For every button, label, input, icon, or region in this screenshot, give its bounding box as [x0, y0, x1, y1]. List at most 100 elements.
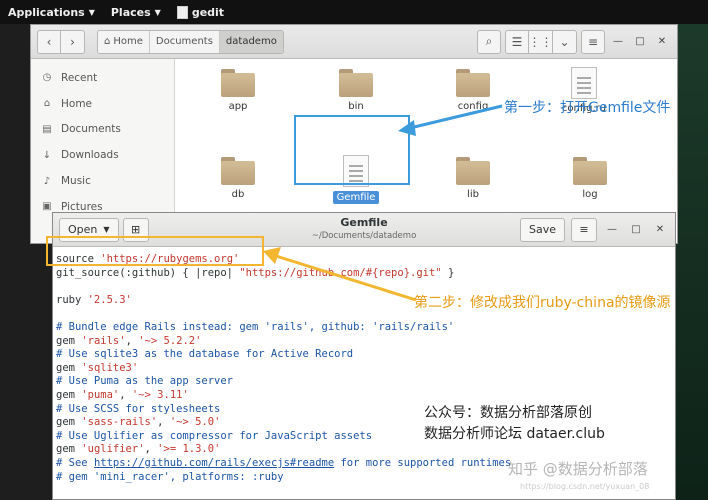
file-item-app[interactable]: app	[193, 69, 283, 112]
grid-icon: ⋮⋮	[528, 34, 553, 49]
file-item-log[interactable]: log	[545, 157, 635, 200]
list-view-button[interactable]: ☰	[505, 29, 529, 54]
breadcrumb-label: Home	[113, 36, 143, 47]
sidebar-item-label: Downloads	[61, 149, 119, 162]
text-file-icon	[571, 67, 597, 99]
chevron-left-icon: ‹	[46, 34, 52, 49]
file-item-lib[interactable]: lib	[428, 157, 518, 200]
view-options-button[interactable]: ⌄	[553, 29, 577, 54]
sidebar-item-downloads[interactable]: ↓ Downloads	[31, 142, 174, 168]
code-token: 'uglifier'	[81, 443, 145, 456]
menu-button[interactable]: ≡	[571, 217, 597, 242]
applications-label: Applications	[8, 5, 85, 19]
search-button[interactable]: ⌕	[477, 29, 501, 54]
maximize-button[interactable]: □	[631, 33, 649, 51]
code-token: 'sqlite3'	[81, 361, 139, 374]
desktop-wallpaper	[676, 24, 708, 500]
code-token: ,	[125, 334, 139, 347]
forward-button[interactable]: ›	[61, 29, 85, 54]
watermark-wechat: 公众号：数据分析部落原创	[424, 405, 592, 421]
folder-icon	[456, 157, 490, 185]
folder-icon	[221, 69, 255, 97]
close-button[interactable]: ✕	[653, 33, 671, 51]
folder-icon	[339, 69, 373, 97]
code-line: # Bundle edge Rails instead: gem 'rails'…	[56, 321, 675, 335]
sidebar-item-recent[interactable]: ◷ Recent	[31, 65, 174, 91]
search-icon: ⌕	[485, 34, 493, 48]
file-label: lib	[467, 189, 479, 200]
code-token: # Use Puma as the app server	[56, 375, 234, 388]
minimize-button[interactable]: —	[603, 221, 621, 239]
annotation-arrow-icon	[398, 104, 503, 136]
code-line: gem 'uglifier', '>= 1.3.0'	[56, 443, 675, 457]
save-button[interactable]: Save	[519, 217, 565, 242]
chevron-down-icon: ⌄	[559, 34, 570, 49]
sidebar-item-label: Music	[61, 175, 91, 188]
folder-icon	[573, 157, 607, 185]
minimize-button[interactable]: —	[609, 33, 627, 51]
minimize-icon: —	[613, 36, 623, 47]
app-menu[interactable]: gedit	[169, 0, 232, 24]
file-item-bin[interactable]: bin	[311, 69, 401, 112]
music-icon: ♪	[43, 175, 51, 187]
code-token: # See	[56, 456, 94, 469]
maximize-button[interactable]: □	[627, 221, 645, 239]
sidebar-item-label: Documents	[61, 123, 121, 136]
code-line: # Use CoffeeScript for .coffee assets an…	[56, 498, 675, 499]
code-token: ,	[119, 388, 132, 401]
code-token: ,	[144, 443, 158, 456]
file-label: db	[231, 189, 245, 200]
code-token: 'puma'	[81, 388, 120, 401]
hamburger-icon: ≡	[587, 34, 599, 49]
code-line: # Use sqlite3 as the database for Active…	[56, 348, 675, 362]
sidebar-item-documents[interactable]: ▤ Documents	[31, 117, 174, 143]
code-token: gem	[56, 416, 82, 429]
code-token: gem	[56, 361, 82, 374]
code-token: '>= 1.3.0'	[157, 443, 221, 456]
camera-icon: ▣	[42, 201, 52, 213]
annotation-box-source	[46, 236, 264, 266]
caret-down-icon: ▼	[88, 7, 95, 17]
places-menu[interactable]: Places ▼	[103, 0, 169, 24]
sidebar-item-home[interactable]: ⌂ Home	[31, 91, 174, 117]
code-token: # Bundle edge Rails instead: gem 'rails'…	[56, 320, 455, 333]
sidebar-item-label: Home	[61, 97, 93, 110]
breadcrumb-label: Documents	[155, 36, 213, 47]
close-button[interactable]: ✕	[651, 221, 669, 239]
close-icon: ✕	[655, 224, 665, 235]
caret-down-icon: ▼	[154, 7, 161, 17]
files-header-actions: ⌕ ☰ ⋮⋮ ⌄ ≡ — □ ✕	[477, 29, 671, 54]
chevron-right-icon: ›	[70, 34, 75, 49]
file-label: bin	[348, 101, 364, 112]
top-panel: Applications ▼ Places ▼ gedit	[0, 0, 708, 24]
code-token: https://github.com/rails/execjs#readme	[93, 456, 335, 469]
code-token: # Use CoffeeScript for .coffee assets an…	[56, 498, 353, 499]
code-token: gem	[56, 443, 82, 456]
minimize-icon: —	[607, 224, 617, 235]
sidebar-item-music[interactable]: ♪ Music	[31, 168, 174, 194]
list-icon: ☰	[511, 34, 523, 49]
menu-button[interactable]: ≡	[581, 29, 605, 54]
file-item-db[interactable]: db	[193, 157, 283, 200]
annotation-arrow-icon	[263, 247, 417, 302]
code-token: }	[441, 266, 455, 279]
breadcrumb-home[interactable]: ⌂ Home	[98, 30, 150, 53]
code-token: '~> 3.11'	[131, 388, 189, 401]
file-label: log	[582, 189, 598, 200]
breadcrumb-documents[interactable]: Documents	[149, 30, 220, 53]
folder-icon	[456, 69, 490, 97]
hamburger-icon: ≡	[579, 223, 589, 236]
breadcrumb-datademo[interactable]: datademo	[219, 30, 283, 53]
applications-menu[interactable]: Applications ▼	[0, 0, 103, 24]
grid-view-button[interactable]: ⋮⋮	[528, 29, 553, 54]
code-token: gem	[56, 388, 82, 401]
code-token: # Use Uglifier as compressor for JavaScr…	[56, 429, 373, 442]
history-buttons: ‹ ›	[37, 29, 85, 54]
code-token: for more supported runtimes	[334, 456, 512, 469]
code-token: ,	[157, 416, 170, 429]
annotation-step2: 第二步：修改成我们ruby-china的镜像源	[414, 295, 671, 311]
back-button[interactable]: ‹	[37, 29, 61, 54]
home-icon: ⌂	[104, 36, 111, 47]
code-token: gem	[56, 334, 82, 347]
code-token: 'rails'	[81, 334, 126, 347]
